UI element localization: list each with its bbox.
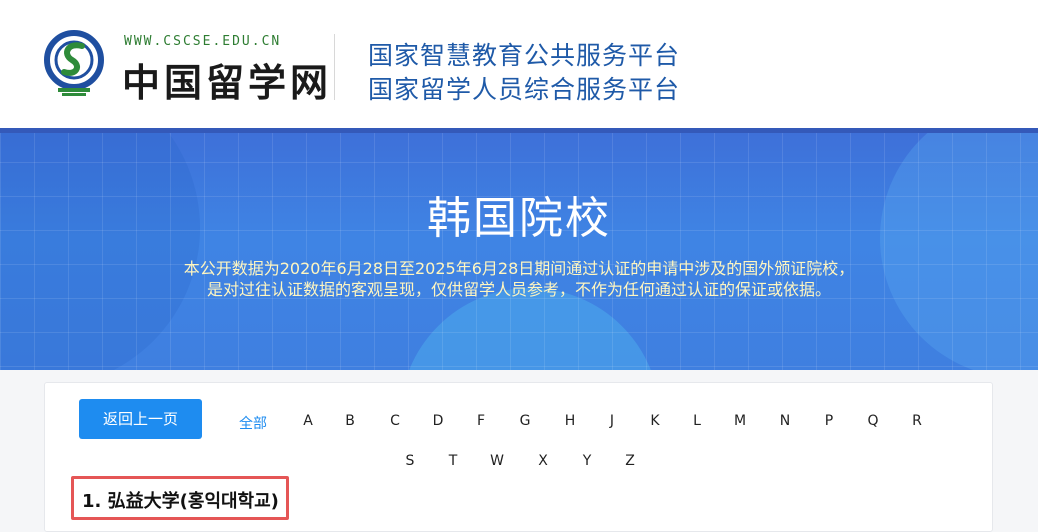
platform-title-2[interactable]: 国家留学人员综合服务平台 [368,70,680,106]
filter-letter-j[interactable]: J [597,413,627,429]
school-list-panel: 返回上一页 全部 A B C D F G H J K L M N P Q R S T W X Y Z 1. 弘益大学(홍익… [44,382,993,532]
filter-letter-p[interactable]: P [814,413,844,429]
filter-letter-m[interactable]: M [725,413,755,429]
logo-brand-text[interactable]: 中国留学网 [122,52,332,107]
filter-letter-l[interactable]: L [682,413,712,429]
list-item[interactable]: 1. 弘益大学(홍익대학교) [71,476,289,520]
school-name[interactable]: 1. 弘益大学(홍익대학교) [82,487,279,513]
page-title: 韩国院校 [427,193,611,244]
filter-letter-w[interactable]: W [482,453,512,469]
filter-letter-d[interactable]: D [423,413,453,429]
filter-letter-t[interactable]: T [438,453,468,469]
filter-letter-n[interactable]: N [770,413,800,429]
back-button[interactable]: 返回上一页 [79,399,202,439]
banner-description-line2: 是对过往认证数据的客观呈现，仅供留学人员参考，不作为任何通过认证的保证或依据。 [206,280,831,299]
hero-banner: 韩国院校 本公开数据为2020年6月28日至2025年6月28日期间通过认证的申… [0,128,1038,370]
banner-topline [0,128,1038,133]
school-name-text[interactable]: 弘益大学(홍익대학교) [108,491,279,512]
filter-letter-c[interactable]: C [380,413,410,429]
filter-letter-s[interactable]: S [395,453,425,469]
filter-letter-z[interactable]: Z [615,453,645,469]
filter-letter-f[interactable]: F [466,413,496,429]
header-divider [334,34,335,100]
filter-letter-x[interactable]: X [528,453,558,469]
filter-letter-q[interactable]: Q [858,413,888,429]
logo-url-text: WWW.CSCSE.EDU.CN [124,34,282,49]
school-index: 1. [82,491,102,512]
filter-all[interactable]: 全部 [233,413,273,433]
filter-letter-a[interactable]: A [293,413,323,429]
site-header: WWW.CSCSE.EDU.CN 中国留学网 国家智慧教育公共服务平台 国家留学… [0,0,1038,128]
decor-grid [0,128,1038,370]
filter-letter-k[interactable]: K [640,413,670,429]
filter-letter-r[interactable]: R [902,413,932,429]
platform-title-1[interactable]: 国家智慧教育公共服务平台 [368,36,680,72]
filter-letter-y[interactable]: Y [572,453,602,469]
cscse-logo-icon[interactable] [44,30,104,98]
filter-letter-b[interactable]: B [335,413,365,429]
filter-letter-g[interactable]: G [510,413,540,429]
filter-letter-h[interactable]: H [555,413,585,429]
